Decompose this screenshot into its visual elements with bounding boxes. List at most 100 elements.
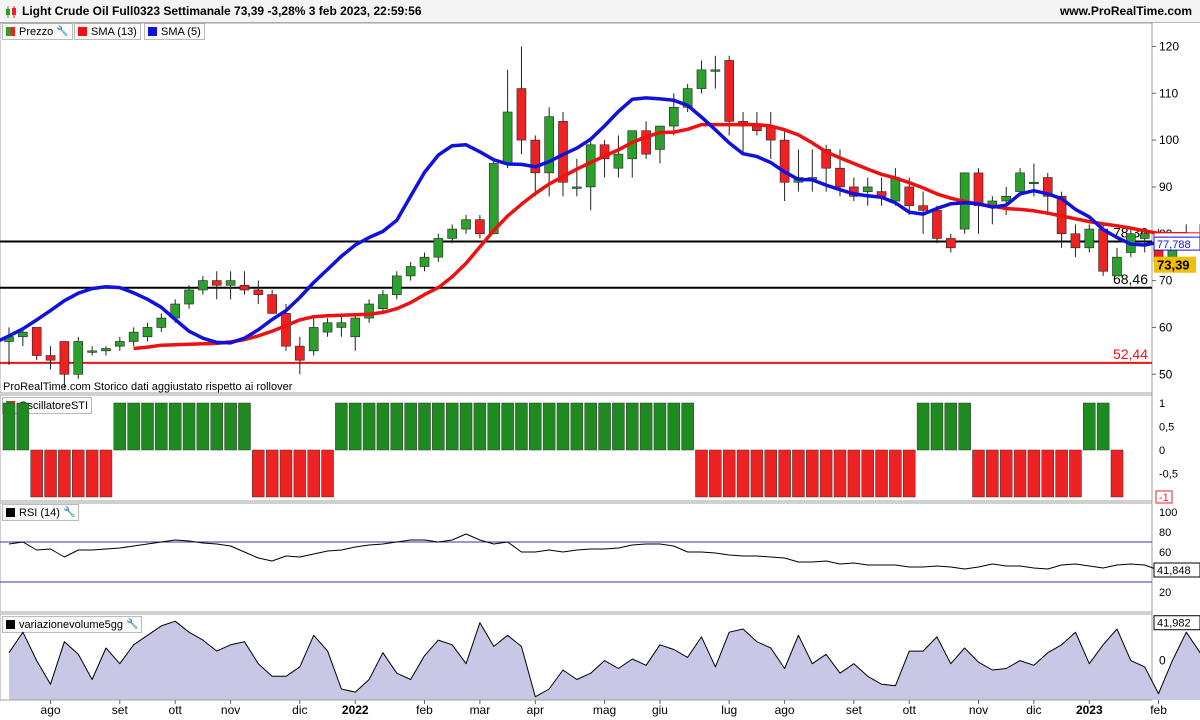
current-price-label: 73,39 (1157, 258, 1190, 273)
candle-body (281, 313, 291, 347)
candle-body (239, 284, 250, 291)
osc-bar (376, 402, 390, 451)
chart-canvas[interactable]: 506070809010011012078,3668,4652,4478,708… (0, 0, 1200, 720)
candle-body (516, 88, 527, 141)
candle-body (184, 289, 194, 305)
osc-bar (473, 402, 487, 451)
osc-bar (916, 402, 930, 451)
candle-body (1112, 256, 1122, 277)
x-tick-label: set (112, 703, 129, 717)
candle-body (752, 125, 762, 132)
price-tick-label: 110 (1159, 86, 1178, 100)
candle-body (253, 289, 264, 295)
price-tick-label: 100 (1159, 133, 1179, 147)
x-tick-label: feb (416, 703, 433, 717)
osc-bar (307, 449, 320, 498)
candle-body (156, 317, 167, 328)
osc-bar (1110, 449, 1124, 498)
x-tick-label: 2023 (1076, 703, 1103, 717)
osc-bar (695, 449, 708, 498)
rsi-line (8, 533, 1159, 571)
osc-bar (1069, 449, 1082, 498)
osc-bar (168, 402, 182, 451)
candle-body (475, 219, 485, 235)
osc-bar (930, 402, 944, 451)
candle-body (142, 327, 153, 338)
x-tick-label: ott (169, 703, 183, 717)
candle-body (336, 322, 347, 328)
osc-bar (501, 402, 514, 451)
sma13-line (133, 122, 1200, 351)
candle-body (322, 322, 333, 333)
osc-bar (570, 402, 584, 451)
osc-bar (833, 449, 847, 498)
osc-bar (529, 402, 542, 451)
candle-body (1029, 181, 1039, 185)
candle-body (724, 60, 735, 122)
osc-bar (750, 449, 764, 498)
x-tick-label: ago (775, 703, 795, 717)
candle-body (295, 345, 305, 361)
candle-body (198, 280, 208, 291)
osc-tick-label: -1 (1159, 492, 1169, 504)
rsi-tick-label: 100 (1159, 507, 1177, 519)
candle-body (308, 327, 319, 352)
rsi-tick-label: 60 (1159, 547, 1171, 559)
osc-bar (875, 449, 888, 498)
candle-body (115, 341, 125, 347)
rsi-tick-label: 80 (1159, 527, 1171, 539)
osc-bar (1027, 449, 1041, 498)
candle-body (87, 350, 97, 353)
candle-body (1084, 228, 1095, 249)
osc-bar (667, 402, 681, 451)
candle-body (211, 280, 222, 286)
osc-bar (958, 402, 971, 451)
x-tick-label: ott (903, 703, 917, 717)
candle-body (502, 111, 513, 164)
candle-body (655, 125, 665, 150)
osc-bar (127, 402, 140, 451)
osc-bar (944, 402, 958, 451)
price-tick-label: 90 (1159, 180, 1173, 194)
candle-body (779, 139, 790, 183)
candle-body (918, 205, 928, 211)
osc-bar (155, 402, 168, 451)
osc-bar (390, 402, 404, 451)
osc-bar (265, 449, 279, 498)
osc-bar (16, 402, 30, 451)
osc-bar (681, 402, 694, 451)
candle-body (613, 153, 624, 169)
rsi-current-label: 41,848 (1157, 565, 1191, 577)
osc-tick-label: 0 (1159, 445, 1165, 457)
price-tick-label: 70 (1159, 274, 1173, 288)
osc-bar (72, 449, 85, 498)
osc-bar (224, 402, 237, 451)
osc-bar (1013, 449, 1027, 498)
osc-bar (709, 449, 722, 498)
candle-body (1001, 195, 1012, 202)
candle-body (31, 327, 42, 356)
vol-current-label: 41,982 (1157, 618, 1191, 630)
osc-bar (778, 449, 791, 498)
osc-bar (626, 402, 639, 451)
vol-tick-label: 0 (1159, 654, 1166, 668)
osc-bar (792, 449, 805, 498)
x-tick-label: dic (1026, 703, 1041, 717)
osc-bar (487, 402, 500, 451)
osc-bar (986, 449, 999, 498)
candle-body (405, 266, 416, 277)
price-tick-label: 60 (1159, 320, 1173, 334)
osc-bar (972, 449, 985, 498)
osc-bar (722, 449, 736, 498)
x-tick-label: dic (292, 703, 307, 717)
candle-body (668, 107, 679, 127)
x-tick-label: nov (221, 703, 240, 717)
candle-body (862, 186, 873, 192)
osc-bar (1041, 449, 1054, 498)
osc-bar (196, 402, 210, 451)
candle-body (391, 275, 402, 295)
candle-body (710, 69, 721, 72)
candle-body (59, 341, 70, 375)
candle-body (1015, 172, 1025, 192)
x-tick-label: set (846, 703, 863, 717)
